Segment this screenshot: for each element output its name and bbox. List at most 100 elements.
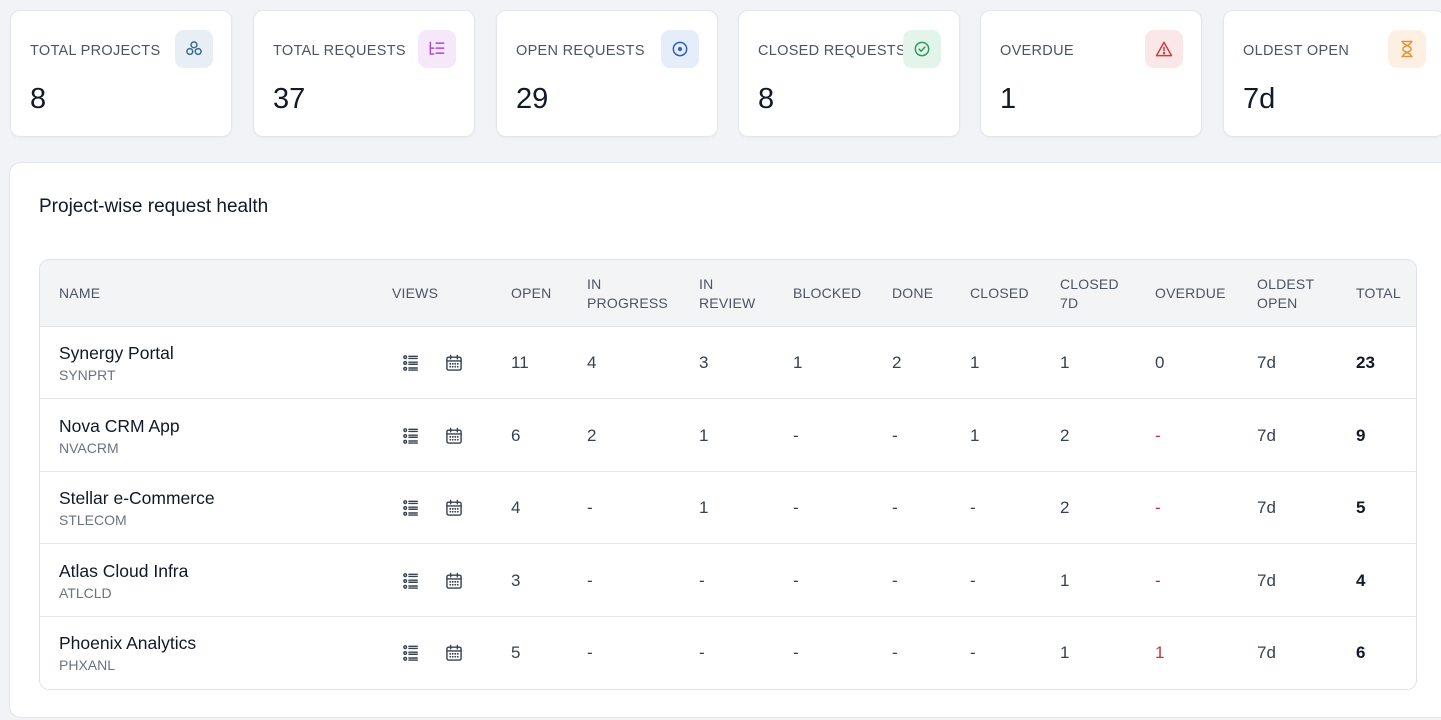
cell-in-progress: -	[587, 570, 593, 590]
col-done[interactable]: DONE	[892, 260, 933, 327]
cell-open: 11	[511, 353, 529, 372]
cell-closed: -	[970, 498, 976, 517]
project-name[interactable]: Nova CRM App	[59, 416, 180, 437]
cell-blocked: -	[793, 643, 799, 662]
cell-overdue: -	[1155, 425, 1161, 445]
project-name[interactable]: Phoenix Analytics	[59, 633, 196, 654]
table-row[interactable]: Synergy Portal SYNPRT 11 4 3 1 2 1 1 0 7…	[40, 327, 1416, 399]
cell-done: -	[892, 425, 898, 445]
project-name[interactable]: Synergy Portal	[59, 343, 174, 364]
cell-closed: -	[970, 570, 976, 590]
list-view-icon[interactable]	[399, 641, 423, 665]
cell-open: 5	[511, 643, 521, 662]
col-name[interactable]: NAME	[59, 260, 100, 327]
cell-done: -	[892, 498, 898, 517]
cell-closed-7d: 2	[1060, 498, 1070, 517]
cell-closed-7d: 1	[1060, 570, 1070, 590]
stat-value: 37	[273, 83, 306, 115]
stat-value: 29	[516, 83, 549, 115]
panel-title: Project-wise request health	[39, 196, 269, 217]
cell-in-review: 3	[699, 353, 709, 372]
table-row[interactable]: Phoenix Analytics PHXANL 5 - - - - - 1 1…	[40, 617, 1416, 689]
calendar-view-icon[interactable]	[442, 351, 466, 375]
cell-closed-7d: 1	[1060, 353, 1070, 372]
project-code: STLECOM	[59, 512, 127, 528]
stat-value: 8	[758, 83, 775, 115]
cell-blocked: -	[793, 498, 799, 517]
cell-overdue: -	[1155, 570, 1161, 590]
cell-overdue: 1	[1155, 643, 1165, 662]
col-open[interactable]: OPEN	[511, 260, 551, 327]
cell-open: 6	[511, 425, 521, 445]
cell-closed: -	[970, 643, 976, 662]
calendar-view-icon[interactable]	[442, 569, 466, 593]
project-code: ATLCLD	[59, 584, 112, 601]
stat-card-overdue: OVERDUE 1	[980, 10, 1202, 137]
stat-value: 7d	[1243, 83, 1276, 115]
col-oldest-open[interactable]: OLDEST OPEN	[1257, 260, 1317, 327]
alert-triangle-icon	[1145, 30, 1183, 68]
cell-total: 6	[1356, 643, 1366, 662]
table-row[interactable]: Stellar e-Commerce STLECOM 4 - 1 - - - 2…	[40, 472, 1416, 544]
project-name[interactable]: Stellar e-Commerce	[59, 488, 215, 509]
stat-label: CLOSED REQUESTS	[758, 43, 906, 59]
project-code: PHXANL	[59, 657, 116, 673]
cell-overdue: -	[1155, 498, 1161, 517]
col-closed-7d[interactable]: CLOSED 7D	[1060, 260, 1120, 327]
cell-blocked: -	[793, 570, 799, 590]
cell-done: -	[892, 643, 898, 662]
check-circle-icon	[903, 30, 941, 68]
stat-label: OPEN REQUESTS	[516, 43, 645, 59]
cell-oldest-open: 7d	[1257, 643, 1276, 662]
project-code: NVACRM	[59, 439, 119, 456]
circle-dot-icon	[661, 30, 699, 68]
cell-closed: 1	[970, 425, 980, 445]
col-views: VIEWS	[392, 285, 439, 301]
cell-closed-7d: 1	[1060, 643, 1070, 662]
list-view-icon[interactable]	[399, 569, 423, 593]
table-row[interactable]: Atlas Cloud Infra ATLCLD 3 - - - - - 1 -…	[40, 545, 1416, 617]
stat-value: 8	[30, 83, 47, 115]
table-row[interactable]: Nova CRM App NVACRM 6 2 1 - - 1 2 - 7d 9	[40, 400, 1416, 472]
stat-label: OVERDUE	[1000, 43, 1074, 59]
stat-card-closed-requests: CLOSED REQUESTS 8	[738, 10, 960, 137]
col-overdue[interactable]: OVERDUE	[1155, 260, 1226, 327]
col-in-review[interactable]: IN REVIEW	[699, 260, 759, 327]
cell-oldest-open: 7d	[1257, 498, 1276, 517]
col-closed[interactable]: CLOSED	[970, 260, 1029, 327]
stat-label: OLDEST OPEN	[1243, 43, 1350, 59]
cell-total: 5	[1356, 498, 1366, 517]
col-blocked[interactable]: BLOCKED	[793, 260, 861, 327]
cell-done: -	[892, 570, 898, 590]
stat-label: TOTAL PROJECTS	[30, 43, 161, 59]
table-header: NAME VIEWS OPEN IN PROGRESS IN REVIEW BL…	[40, 260, 1416, 327]
stat-value: 1	[1000, 83, 1017, 115]
stats-row: TOTAL PROJECTS 8 TOTAL REQUESTS 37 OPEN …	[10, 10, 1441, 137]
cell-oldest-open: 7d	[1257, 425, 1276, 445]
stat-card-total-requests: TOTAL REQUESTS 37	[253, 10, 475, 137]
cell-in-review: 1	[699, 425, 709, 445]
col-in-progress[interactable]: IN PROGRESS	[587, 260, 668, 327]
cell-in-review: -	[699, 643, 705, 662]
cell-closed-7d: 2	[1060, 425, 1070, 445]
cell-in-progress: -	[587, 498, 593, 517]
cell-open: 3	[511, 570, 521, 590]
calendar-view-icon[interactable]	[442, 496, 466, 520]
calendar-view-icon[interactable]	[442, 641, 466, 665]
cell-done: 2	[892, 353, 902, 372]
request-health-panel: Project-wise request health NAME VIEWS O…	[9, 162, 1441, 718]
list-view-icon[interactable]	[399, 424, 423, 448]
cell-in-review: 1	[699, 498, 709, 517]
list-view-icon[interactable]	[399, 496, 423, 520]
cell-in-progress: 4	[587, 353, 597, 372]
list-view-icon[interactable]	[399, 351, 423, 375]
hourglass-icon	[1388, 30, 1426, 68]
cell-overdue: 0	[1155, 353, 1165, 372]
calendar-view-icon[interactable]	[442, 424, 466, 448]
cell-open: 4	[511, 498, 521, 517]
project-name[interactable]: Atlas Cloud Infra	[59, 561, 188, 582]
cell-total: 9	[1356, 425, 1366, 445]
projects-icon	[175, 30, 213, 68]
col-total[interactable]: TOTAL	[1356, 260, 1401, 327]
project-code: SYNPRT	[59, 367, 116, 383]
